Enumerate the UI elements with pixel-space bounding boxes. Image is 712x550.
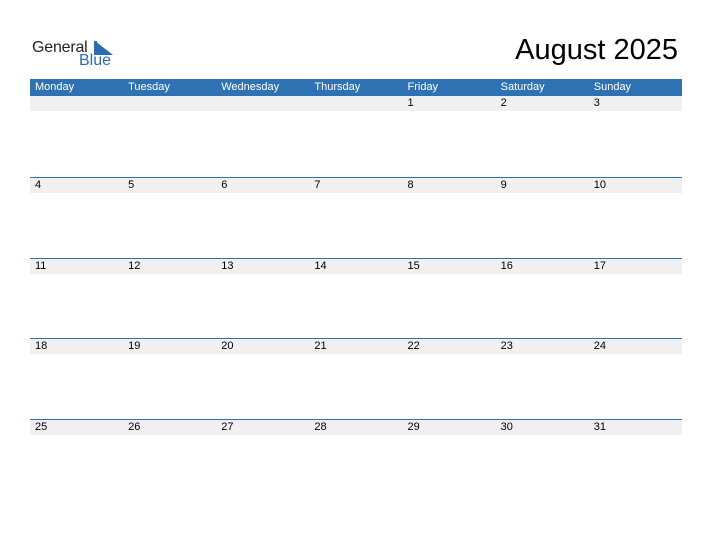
- date-band: 11 12 13 14 15 16 17: [30, 258, 682, 274]
- date-band: 1 2 3: [30, 96, 682, 111]
- day-number: 4: [35, 179, 42, 191]
- day-number: [216, 96, 309, 111]
- day-number: 21: [314, 340, 327, 352]
- date-band: 18 19 20 21 22 23 24: [30, 339, 682, 354]
- page-title: August 2025: [515, 34, 678, 66]
- week-row: 25 26 27 28 29 30 31: [30, 418, 682, 500]
- day-number: 8: [407, 179, 414, 191]
- day-number: 17: [593, 259, 606, 272]
- day-number: 3: [593, 97, 600, 109]
- day-number: 6: [221, 179, 228, 191]
- weekday-thursday: Thursday: [314, 81, 361, 93]
- day-number: [123, 96, 216, 111]
- day-number: 23: [500, 340, 513, 352]
- day-number: 9: [500, 179, 507, 191]
- day-number: 30: [500, 420, 513, 433]
- day-number: 15: [407, 259, 420, 272]
- day-number: 1: [407, 97, 414, 109]
- logo: General Blue: [31, 38, 121, 72]
- date-band: 25 26 27 28 29 30 31: [30, 419, 682, 435]
- date-band: 4 5 6 7 8 9 10: [30, 178, 682, 193]
- day-number: [309, 96, 402, 111]
- week-row: 4 5 6 7 8 9 10: [30, 177, 682, 258]
- weekday-saturday: Saturday: [500, 81, 545, 93]
- day-number: 24: [593, 340, 606, 352]
- day-number: 29: [407, 420, 420, 433]
- day-number: 2: [500, 97, 507, 109]
- day-number: 22: [407, 340, 420, 352]
- week-row: 18 19 20 21 22 23 24: [30, 338, 682, 419]
- day-number: 11: [35, 259, 47, 272]
- weekday-header: Monday Tuesday Wednesday Thursday Friday…: [30, 79, 682, 96]
- day-number: 5: [128, 179, 135, 191]
- day-number: 20: [221, 340, 234, 352]
- day-number: 19: [128, 340, 141, 352]
- day-number: 28: [314, 420, 327, 433]
- day-number: 16: [500, 259, 513, 272]
- weekday-monday: Monday: [35, 81, 75, 93]
- week-row: 1 2 3: [30, 96, 682, 177]
- day-number: 14: [314, 259, 327, 272]
- weekday-sunday: Sunday: [593, 81, 632, 93]
- week-row: 11 12 13 14 15 16 17: [30, 257, 682, 339]
- calendar-grid: Monday Tuesday Wednesday Thursday Friday…: [30, 79, 682, 499]
- day-number: [30, 96, 123, 111]
- day-number: 7: [314, 179, 321, 191]
- day-number: 26: [128, 420, 141, 433]
- day-number: 13: [221, 259, 234, 272]
- day-number: 31: [593, 420, 606, 433]
- weekday-tuesday: Tuesday: [128, 81, 170, 93]
- day-number: 10: [593, 179, 606, 191]
- weekday-wednesday: Wednesday: [221, 81, 280, 93]
- day-number: 25: [35, 420, 48, 433]
- logo-text-blue: Blue: [79, 52, 112, 69]
- weekday-friday: Friday: [407, 81, 439, 93]
- day-number: 18: [35, 340, 48, 352]
- day-number: 12: [128, 259, 141, 272]
- day-number: 27: [221, 420, 234, 433]
